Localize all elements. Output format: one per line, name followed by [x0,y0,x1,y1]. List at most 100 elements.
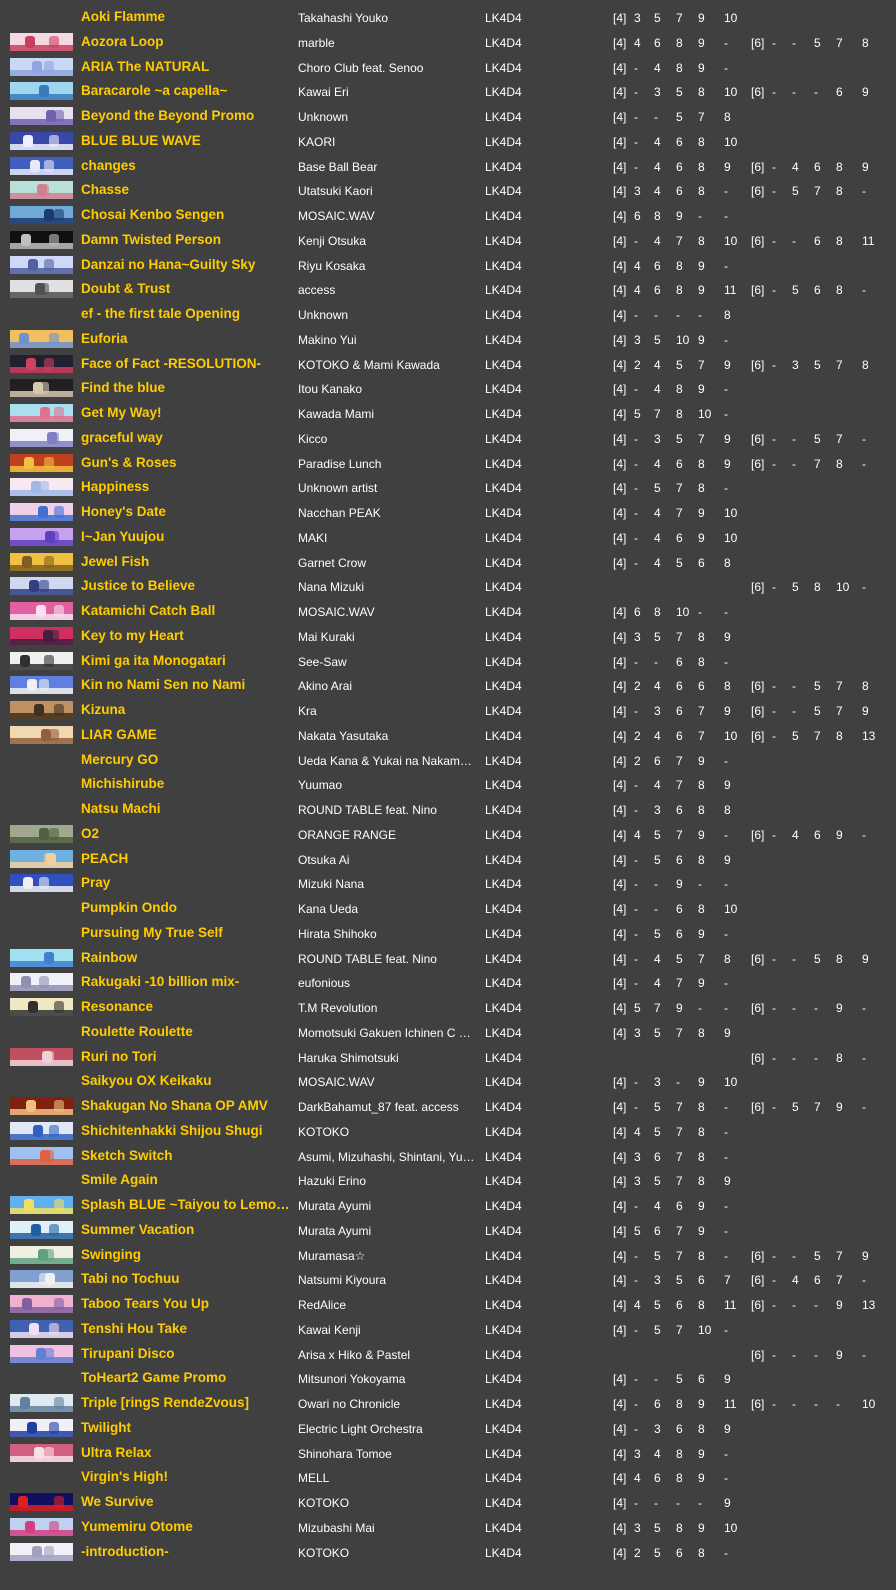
song-title[interactable]: We Survive [81,1494,291,1509]
song-title[interactable]: Baracarole ~a capella~ [81,83,291,98]
song-row[interactable]: Chasse Utatsuki Kaori LK4D4 [4] 3 4 6 8- [6] -5 7 8… [0,178,896,203]
song-row[interactable]: Danzai no Hana~Guilty Sky Riyu Kosaka LK4D… [0,253,896,278]
song-row[interactable]: BLUE BLUE WAVE KAORI LK4D4 [4] - 4 6 8 10 [0,129,896,154]
song-row[interactable]: Mercury GO Ueda Kana & Yukai na Nakamatac… [0,748,896,773]
song-row[interactable]: Face of Fact -RESOLUTION- KOTOKO & Mami K… [0,352,896,377]
song-title[interactable]: Key to my Heart [81,628,291,643]
song-title[interactable]: Twilight [81,1420,291,1435]
song-title[interactable]: Aozora Loop [81,34,291,49]
song-title[interactable]: Justice to Believe [81,578,291,593]
song-title[interactable]: Rakugaki -10 billion mix- [81,974,291,989]
song-row[interactable]: Michishirube Yuumao LK4D4 [4] - 4 7 8 9 [0,772,896,797]
song-row[interactable]: ef - the first tale Opening Unknown LK4D4 [… [0,302,896,327]
song-row[interactable]: Triple [ringS RendeZvous] Owari no Chroni… [0,1391,896,1416]
song-title[interactable]: Swinging [81,1247,291,1262]
song-title[interactable]: Sketch Switch [81,1148,291,1163]
song-row[interactable]: Tabi no Tochuu Natsumi Kiyoura LK4D4 [4] -3 5… [0,1267,896,1292]
song-row[interactable]: Splash BLUE ~Taiyou to Lemon Tea~ Murata … [0,1193,896,1218]
song-row[interactable]: Shakugan No Shana OP AMV DarkBahamut_87 f… [0,1094,896,1119]
song-title[interactable]: Kin no Nami Sen no Nami [81,677,291,692]
song-title[interactable]: Danzai no Hana~Guilty Sky [81,257,291,272]
song-title[interactable]: Taboo Tears You Up [81,1296,291,1311]
song-title[interactable]: Virgin's High! [81,1469,291,1484]
song-title[interactable]: changes [81,158,291,173]
song-row[interactable]: Rakugaki -10 billion mix-eufonious LK4D4 [… [0,970,896,995]
song-title[interactable]: Triple [ringS RendeZvous] [81,1395,291,1410]
song-row[interactable]: Virgin's High! MELL LK4D4 [4] 4 6 8 9 - [0,1465,896,1490]
song-title[interactable]: Natsu Machi [81,801,291,816]
song-row[interactable]: Aozora Loop marble LK4D4 [4] 4 6 8 9- [6] - -5 7 8 [0,30,896,55]
song-title[interactable]: Face of Fact -RESOLUTION- [81,356,291,371]
song-row[interactable]: Get My Way! Kawada Mami LK4D4 [4] 5 7 8 10- [0,401,896,426]
song-row[interactable]: Ruri no Tori Haruka Shimotsuki LK4D4 [6] - - -… [0,1045,896,1070]
song-title[interactable]: Honey's Date [81,504,291,519]
song-title[interactable]: Kizuna [81,702,291,717]
song-title[interactable]: Kimi ga ita Monogatari [81,653,291,668]
song-title[interactable]: Saikyou OX Keikaku [81,1073,291,1088]
song-title[interactable]: Jewel Fish [81,554,291,569]
song-row[interactable]: Kin no Nami Sen no Nami Akino Arai LK4D4 [4… [0,673,896,698]
song-title[interactable]: Pursuing My True Self [81,925,291,940]
song-row[interactable]: Kizuna Kra LK4D4 [4] -3 6 7 9 [6] - -5 7 9 [0,698,896,723]
song-row[interactable]: ToHeart2 Game Promo Mitsunori Yokoyama LK4… [0,1366,896,1391]
song-row[interactable]: Ultra Relax Shinohara Tomoe LK4D4 [4] 3 4 8 9 - [0,1441,896,1466]
song-title[interactable]: Chasse [81,182,291,197]
song-title[interactable]: Resonance [81,999,291,1014]
song-title[interactable]: Shakugan No Shana OP AMV [81,1098,291,1113]
song-title[interactable]: LIAR GAME [81,727,291,742]
song-title[interactable]: Tenshi Hou Take [81,1321,291,1336]
song-row[interactable]: LIAR GAME Nakata Yasutaka LK4D4 [4] 2 4 6 7 10 [6… [0,723,896,748]
song-row[interactable]: We Survive KOTOKO LK4D4 [4] - - - -9 [0,1490,896,1515]
song-row[interactable]: Pursuing My True Self Hirata Shihoko LK4D4… [0,921,896,946]
song-row[interactable]: Jewel Fish Garnet Crow LK4D4 [4] - 4 5 6 8 [0,550,896,575]
song-title[interactable]: ToHeart2 Game Promo [81,1370,291,1385]
song-title[interactable]: Aoki Flamme [81,9,291,24]
song-title[interactable]: Rainbow [81,950,291,965]
song-title[interactable]: Chosai Kenbo Sengen [81,207,291,222]
song-row[interactable]: Gun's & Roses Paradise Lunch LK4D4 [4] -4 6 8 9… [0,451,896,476]
song-row[interactable]: Key to my Heart Mai Kuraki LK4D4 [4] 3 5 7 8 9 [0,624,896,649]
song-title[interactable]: Smile Again [81,1172,291,1187]
song-row[interactable]: graceful way Kicco LK4D4 [4] -3 5 7 9 [6] - -5 7- [0,426,896,451]
song-title[interactable]: Get My Way! [81,405,291,420]
song-title[interactable]: PEACH [81,851,291,866]
song-title[interactable]: Happiness [81,479,291,494]
song-row[interactable]: Justice to Believe Nana Mizuki LK4D4 [6] -5 8… [0,574,896,599]
song-row[interactable]: Find the blue Itou Kanako LK4D4 [4] -4 8 9- [0,376,896,401]
song-title[interactable]: O2 [81,826,291,841]
song-row[interactable]: Baracarole ~a capella~ Kawai Eri LK4D4 [4] -… [0,79,896,104]
song-title[interactable]: Michishirube [81,776,291,791]
song-row[interactable]: Katamichi Catch Ball MOSAIC.WAV LK4D4 [4] 6 8… [0,599,896,624]
song-row[interactable]: Beyond the Beyond Promo Unknown LK4D4 [4] - -… [0,104,896,129]
song-title[interactable]: Gun's & Roses [81,455,291,470]
song-title[interactable]: Find the blue [81,380,291,395]
song-title[interactable]: Tabi no Tochuu [81,1271,291,1286]
song-row[interactable]: Tirupani Disco Arisa x Hiko & Pastel LK4D4… [0,1342,896,1367]
song-title[interactable]: Tirupani Disco [81,1346,291,1361]
song-title[interactable]: Doubt & Trust [81,281,291,296]
song-title[interactable]: Summer Vacation [81,1222,291,1237]
song-row[interactable]: Tenshi Hou Take Kawai Kenji LK4D4 [4] -5 7 10- [0,1317,896,1342]
song-row[interactable]: Kimi ga ita Monogatari See-Saw LK4D4 [4] - -6… [0,649,896,674]
song-row[interactable]: changes Base Ball Bear LK4D4 [4] -4 6 8 9 [6] -4 6… [0,154,896,179]
song-row[interactable]: Yumemiru Otome Mizubashi Mai LK4D4 [4] 3 5 8 9 1… [0,1515,896,1540]
song-title[interactable]: Katamichi Catch Ball [81,603,291,618]
song-title[interactable]: BLUE BLUE WAVE [81,133,291,148]
song-row[interactable]: Twilight Electric Light Orchestra LK4D4 [4]… [0,1416,896,1441]
song-row[interactable]: I~Jan Yuujou MAKI LK4D4 [4] - 4 6 9 10 [0,525,896,550]
song-row[interactable]: Swinging Muramasa☆ LK4D4 [4] -5 7 8- [6] - -5 7 9 [0,1243,896,1268]
song-row[interactable]: Pray Mizuki Nana LK4D4 [4] - -9- - [0,871,896,896]
song-title[interactable]: I~Jan Yuujou [81,529,291,544]
song-title[interactable]: -introduction- [81,1544,291,1559]
song-title[interactable]: Shichitenhakki Shijou Shugi [81,1123,291,1138]
song-row[interactable]: O2 ORANGE RANGE LK4D4 [4] 4 5 7 9- [6] -4 6 9- [0,822,896,847]
song-row[interactable]: Rainbow ROUND TABLE feat. Nino LK4D4 [4] -4 5… [0,946,896,971]
song-row[interactable]: PEACH Otsuka Ai LK4D4 [4] - 5 6 8 9 [0,847,896,872]
song-row[interactable]: Happiness Unknown artist LK4D4 [4] -5 7 8- [0,475,896,500]
song-title[interactable]: graceful way [81,430,291,445]
song-title[interactable]: Pray [81,875,291,890]
song-row[interactable]: Roulette Roulette Momotsuki Gakuen Ichine… [0,1020,896,1045]
song-row[interactable]: Resonance T.M Revolution LK4D4 [4] 5 7 9- - [6] -… [0,995,896,1020]
song-row[interactable]: Natsu Machi ROUND TABLE feat. Nino LK4D4 [4… [0,797,896,822]
song-row[interactable]: Doubt & Trust access LK4D4 [4] 4 6 8 9 11 [6] -5 6 8… [0,277,896,302]
